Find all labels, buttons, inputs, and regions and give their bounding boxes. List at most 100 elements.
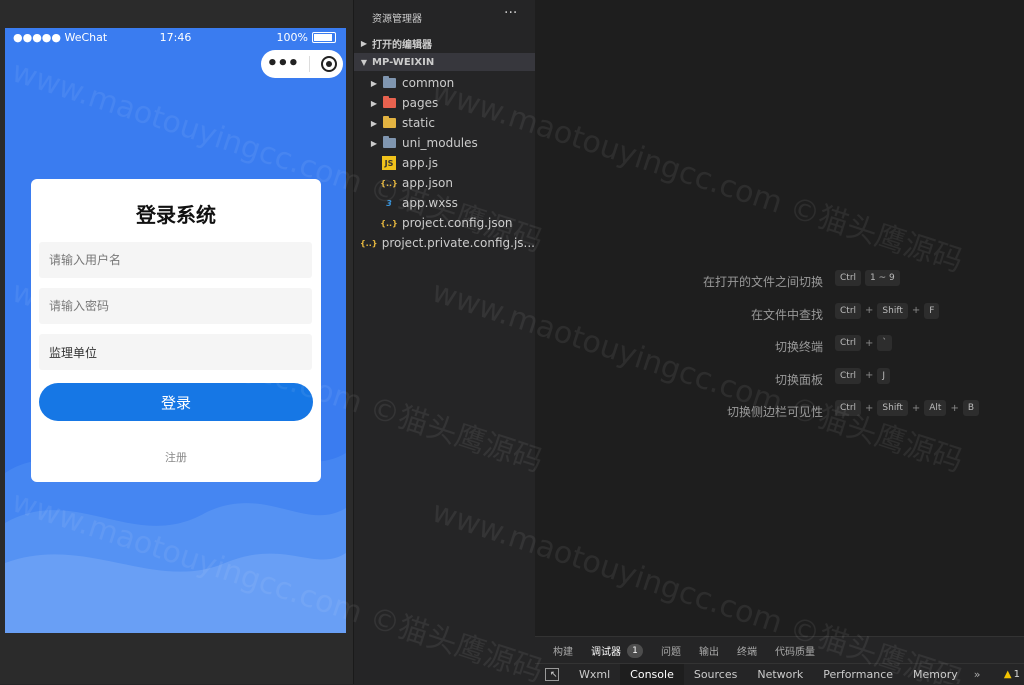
- devtools-tab[interactable]: Performance: [813, 664, 903, 685]
- tree-item-label: project.config.json: [402, 216, 513, 230]
- inspect-element-icon[interactable]: [545, 668, 559, 681]
- panel-tab-label: 调试器: [591, 647, 621, 658]
- warning-indicator[interactable]: ▲ 1: [1004, 669, 1020, 680]
- phone-status-bar: ●●●●● WeChat 17:46 100%: [5, 28, 346, 48]
- panel-tab-label: 问题: [661, 647, 681, 658]
- login-title: 登录系统: [136, 203, 216, 227]
- simulator-pane: ●●●●● WeChat 17:46 100% ••• 登录系统 监理单位 登录…: [0, 0, 354, 684]
- battery-percent: 100%: [276, 31, 308, 44]
- key-plus: +: [865, 305, 874, 316]
- key-plus: +: [950, 402, 959, 414]
- shortcut-row: 在打开的文件之间切换 Ctrl 1 ~ 9: [535, 270, 1024, 290]
- key-cap: Shift: [877, 302, 908, 319]
- editor-area: 在打开的文件之间切换 Ctrl 1 ~ 9 在文件中查找 Ctrl + Shift + F 切换终…: [535, 0, 1024, 636]
- shortcut-keys: Ctrl + Shift + F: [835, 302, 940, 319]
- devtools-tab[interactable]: Sources: [684, 664, 748, 685]
- project-label: MP-WEIXIN: [372, 56, 435, 68]
- key-cap: `: [877, 335, 892, 351]
- panel-tab[interactable]: 代码质量: [775, 643, 815, 658]
- tree-item-label: app.json: [402, 176, 453, 190]
- tree-item-label: common: [402, 76, 455, 90]
- shortcut-row: 切换面板 Ctrl + J: [535, 367, 1024, 388]
- chevron-right-icon: ▶: [370, 78, 378, 88]
- key-plus: +: [865, 337, 874, 349]
- folder-shape: [382, 116, 396, 128]
- panel-tab[interactable]: 输出: [699, 643, 719, 658]
- password-input[interactable]: [39, 288, 312, 324]
- count-badge: 1: [627, 643, 643, 658]
- folder-item[interactable]: ▶ common: [354, 73, 535, 93]
- chevron-down-icon: ▼: [360, 57, 368, 67]
- shortcut-keys: Ctrl + `: [835, 335, 892, 351]
- key-cap: Shift: [877, 400, 908, 416]
- folder-item[interactable]: ▶ static: [354, 113, 535, 133]
- folder-icon: [382, 76, 396, 90]
- key-cap: Ctrl: [835, 302, 862, 319]
- panel-tab-label: 输出: [699, 647, 719, 658]
- panel-tab[interactable]: 调试器 1: [591, 643, 643, 658]
- close-miniprogram-icon[interactable]: [321, 56, 338, 72]
- key-cap: Ctrl: [835, 335, 862, 351]
- chevron-right-icon: ▶: [370, 98, 378, 108]
- devtools-tab[interactable]: Network: [747, 664, 813, 685]
- key-cap: F: [924, 302, 940, 319]
- devtools-tab[interactable]: Console: [620, 664, 684, 685]
- folder-item[interactable]: ▶ uni_modules: [354, 133, 535, 153]
- explorer-sidebar: 资源管理器 ··· ▶ 打开的编辑器 ▼ MP-WEIXIN ▶ common ▶ p…: [354, 0, 535, 684]
- warning-count: 1: [1013, 669, 1020, 680]
- panel-tab[interactable]: 问题: [661, 643, 681, 658]
- warning-icon: ▲: [1003, 669, 1012, 680]
- key-plus: +: [865, 370, 874, 381]
- project-section[interactable]: ▼ MP-WEIXIN: [354, 53, 535, 71]
- shortcut-label: 切换面板: [774, 372, 823, 387]
- shortcut-keys: Ctrl + J: [835, 367, 891, 384]
- key-cap: Alt: [924, 400, 947, 416]
- devtools-tab-bar: WxmlConsoleSourcesNetworkPerformanceMemo…: [535, 663, 1024, 685]
- shortcut-row: 切换侧边栏可见性 Ctrl + Shift + Alt + B: [535, 400, 1024, 420]
- file-item[interactable]: {..} project.private.config.js...: [354, 233, 535, 253]
- folder-item[interactable]: ▶ pages: [354, 93, 535, 113]
- tree-item-label: project.private.config.js...: [381, 236, 535, 250]
- devtools-tab[interactable]: Wxml: [569, 664, 620, 685]
- json-file-icon: {..}: [380, 218, 398, 228]
- shortcut-keys: Ctrl 1 ~ 9: [835, 270, 900, 286]
- username-input[interactable]: [39, 242, 312, 278]
- file-item[interactable]: 3 app.wxss: [354, 193, 535, 213]
- chevron-right-icon: ▶: [370, 138, 378, 148]
- more-tabs-icon[interactable]: »: [968, 668, 987, 681]
- json-file-icon: {..}: [380, 178, 398, 188]
- capsule-divider: [309, 56, 311, 72]
- panel-tab[interactable]: 终端: [737, 643, 757, 658]
- key-cap: J: [877, 367, 891, 384]
- panel-tab[interactable]: 构建: [553, 643, 573, 658]
- shortcut-label: 切换终端: [774, 340, 823, 354]
- register-link[interactable]: 注册: [31, 449, 321, 465]
- key-cap: Ctrl: [835, 367, 862, 384]
- file-item[interactable]: JS app.js: [354, 153, 535, 173]
- panel-tab-bar: 构建 调试器 1 问题 输出 终端 代码质量: [535, 636, 1024, 664]
- folder-static-icon: [382, 116, 396, 130]
- shortcut-keys: Ctrl + Shift + Alt + B: [835, 400, 980, 416]
- login-button[interactable]: 登录: [39, 383, 313, 421]
- key-plus: +: [911, 305, 921, 316]
- js-file-icon: JS: [382, 156, 396, 170]
- folder-shape: [382, 76, 396, 88]
- shortcut-label: 切换侧边栏可见性: [726, 405, 823, 419]
- devtools-tab[interactable]: Memory: [903, 664, 968, 685]
- key-cap: B: [962, 400, 980, 416]
- key-cap: 1 ~ 9: [865, 270, 900, 286]
- phone-screen: ●●●●● WeChat 17:46 100% ••• 登录系统 监理单位 登录…: [5, 28, 346, 633]
- key-plus: +: [865, 402, 874, 414]
- tree-item-label: app.wxss: [402, 196, 458, 210]
- key-cap: Ctrl: [835, 400, 862, 416]
- file-item[interactable]: {..} app.json: [354, 173, 535, 193]
- file-item[interactable]: {..} project.config.json: [354, 213, 535, 233]
- more-icon[interactable]: •••: [267, 55, 300, 73]
- panel-tab-label: 构建: [553, 647, 573, 658]
- unit-selector[interactable]: 监理单位: [39, 334, 312, 370]
- panel-tab-label: 终端: [737, 647, 757, 658]
- battery-icon: [312, 32, 336, 43]
- open-editors-section[interactable]: ▶ 打开的编辑器: [354, 34, 535, 52]
- explorer-more-icon[interactable]: ···: [504, 5, 517, 21]
- tree-item-label: app.js: [402, 156, 438, 170]
